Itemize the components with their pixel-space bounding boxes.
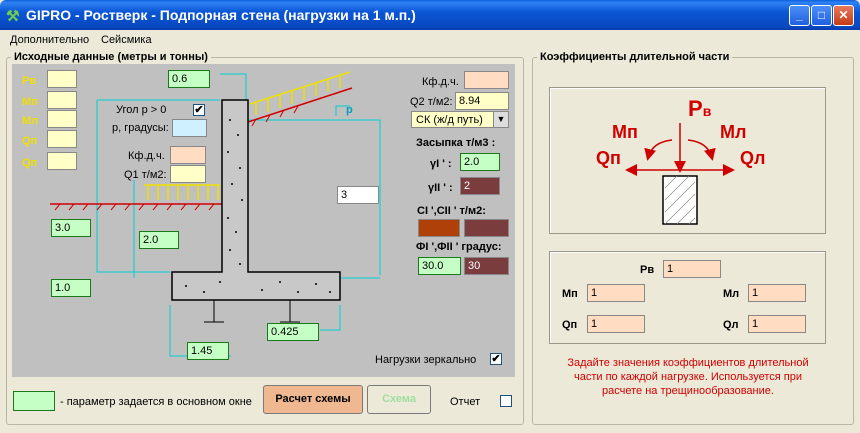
fill-label: Засыпка т/м3 :: [416, 137, 496, 149]
coeff-pv-label: Рв: [640, 264, 655, 276]
menu-seismika[interactable]: Сейсмика: [101, 34, 152, 46]
load-type-value: СК (ж/д путь): [416, 114, 483, 126]
inner-height-input[interactable]: 2.0: [139, 231, 179, 249]
angle-deg-label: р, градусы:: [112, 122, 169, 134]
y1-input[interactable]: 2.0: [460, 153, 500, 171]
mirror-label: Нагрузки зеркально: [375, 354, 477, 366]
close-button[interactable]: ✕: [833, 5, 854, 26]
minimize-button[interactable]: _: [789, 5, 810, 26]
diagram-mp-label: Mп: [612, 122, 638, 142]
angle-label: Угол р > 0: [116, 104, 167, 116]
menu-dopolnitelno[interactable]: Дополнительно: [10, 34, 89, 46]
phi1-input[interactable]: 30.0: [418, 257, 461, 275]
diagram-pv-label: Pв: [688, 96, 712, 121]
coeff-pv-input[interactable]: 1: [663, 260, 721, 278]
y1-label: γI ' :: [430, 158, 452, 170]
q2-input[interactable]: 8.94: [455, 92, 509, 110]
q1-label: Q1 т/м2:: [124, 169, 167, 181]
legend-text: - параметр задается в основном окне: [60, 396, 252, 408]
coeff-mp-input[interactable]: 1: [587, 284, 645, 302]
y2-input[interactable]: 2: [460, 177, 500, 195]
c2-input[interactable]: [464, 219, 509, 237]
coeff-ql-label: Qл: [723, 319, 739, 331]
coefficients-legend: Коэффициенты длительной части: [540, 51, 730, 63]
q1-input[interactable]: [170, 165, 206, 183]
diagram-ml-label: Mл: [720, 122, 747, 142]
angle-deg-input[interactable]: [172, 119, 207, 137]
diagram-ql-label: Qл: [740, 148, 766, 168]
calc-scheme-button[interactable]: Расчет схемы: [263, 385, 363, 414]
maximize-button[interactable]: □: [811, 5, 832, 26]
coeff-ml-label: Мл: [723, 288, 740, 300]
window-title: GIPRO - Ростверк - Подпорная стена (нагр…: [26, 7, 416, 23]
footing-thickness-input[interactable]: 0.425: [267, 323, 319, 341]
p-angle-mark: р: [346, 104, 353, 116]
mirror-checkbox[interactable]: ✔: [490, 353, 502, 365]
phi2-input[interactable]: 30: [464, 257, 509, 275]
footing-left-input[interactable]: 1.45: [187, 342, 229, 360]
load-type-select[interactable]: СК (ж/д путь) ▼: [411, 111, 509, 128]
right-kfdch-input[interactable]: [464, 71, 509, 89]
report-checkbox[interactable]: [500, 395, 512, 407]
footing-height-input[interactable]: 1.0: [51, 279, 91, 297]
y2-label: γII ' :: [428, 182, 453, 194]
coefficients-note: Задайте значения коэффициентов длительно…: [567, 357, 809, 397]
coeff-qp-label: Qп: [562, 319, 578, 331]
left-kfdch-input[interactable]: [170, 146, 206, 164]
c1-input[interactable]: [418, 219, 460, 237]
right-height-input[interactable]: 3: [337, 186, 379, 204]
angle-checkbox[interactable]: ✔: [193, 104, 205, 116]
report-label: Отчет: [450, 396, 481, 408]
menu-bar: Дополнительно Сейсмика: [0, 30, 860, 50]
right-kfdch-label: Кф.д.ч.: [422, 76, 459, 88]
legend-swatch: [13, 391, 55, 411]
top-width-input[interactable]: 0.6: [168, 70, 210, 88]
diagram-qp-label: Qп: [596, 148, 621, 168]
app-icon: ⚒: [6, 8, 20, 25]
left-kfdch-label: Кф.д.ч.: [128, 150, 165, 162]
dropdown-arrow-icon[interactable]: ▼: [493, 112, 508, 127]
left-height-input[interactable]: 3.0: [51, 219, 91, 237]
coeff-ql-input[interactable]: 1: [748, 315, 806, 333]
phi-label: ФI ',ФII ' градус:: [416, 241, 502, 253]
scheme-button[interactable]: Схема: [367, 385, 431, 414]
q2-label: Q2 т/м2:: [410, 96, 453, 108]
c-label: CI ',CII ' т/м2:: [417, 205, 486, 217]
title-bar[interactable]: ⚒ GIPRO - Ростверк - Подпорная стена (на…: [0, 0, 860, 30]
loads-diagram-frame: Pв Mп Mл Qп Qл: [549, 87, 826, 234]
coeff-ml-input[interactable]: 1: [748, 284, 806, 302]
coeff-mp-label: Мп: [562, 288, 578, 300]
coeff-qp-input[interactable]: 1: [587, 315, 645, 333]
